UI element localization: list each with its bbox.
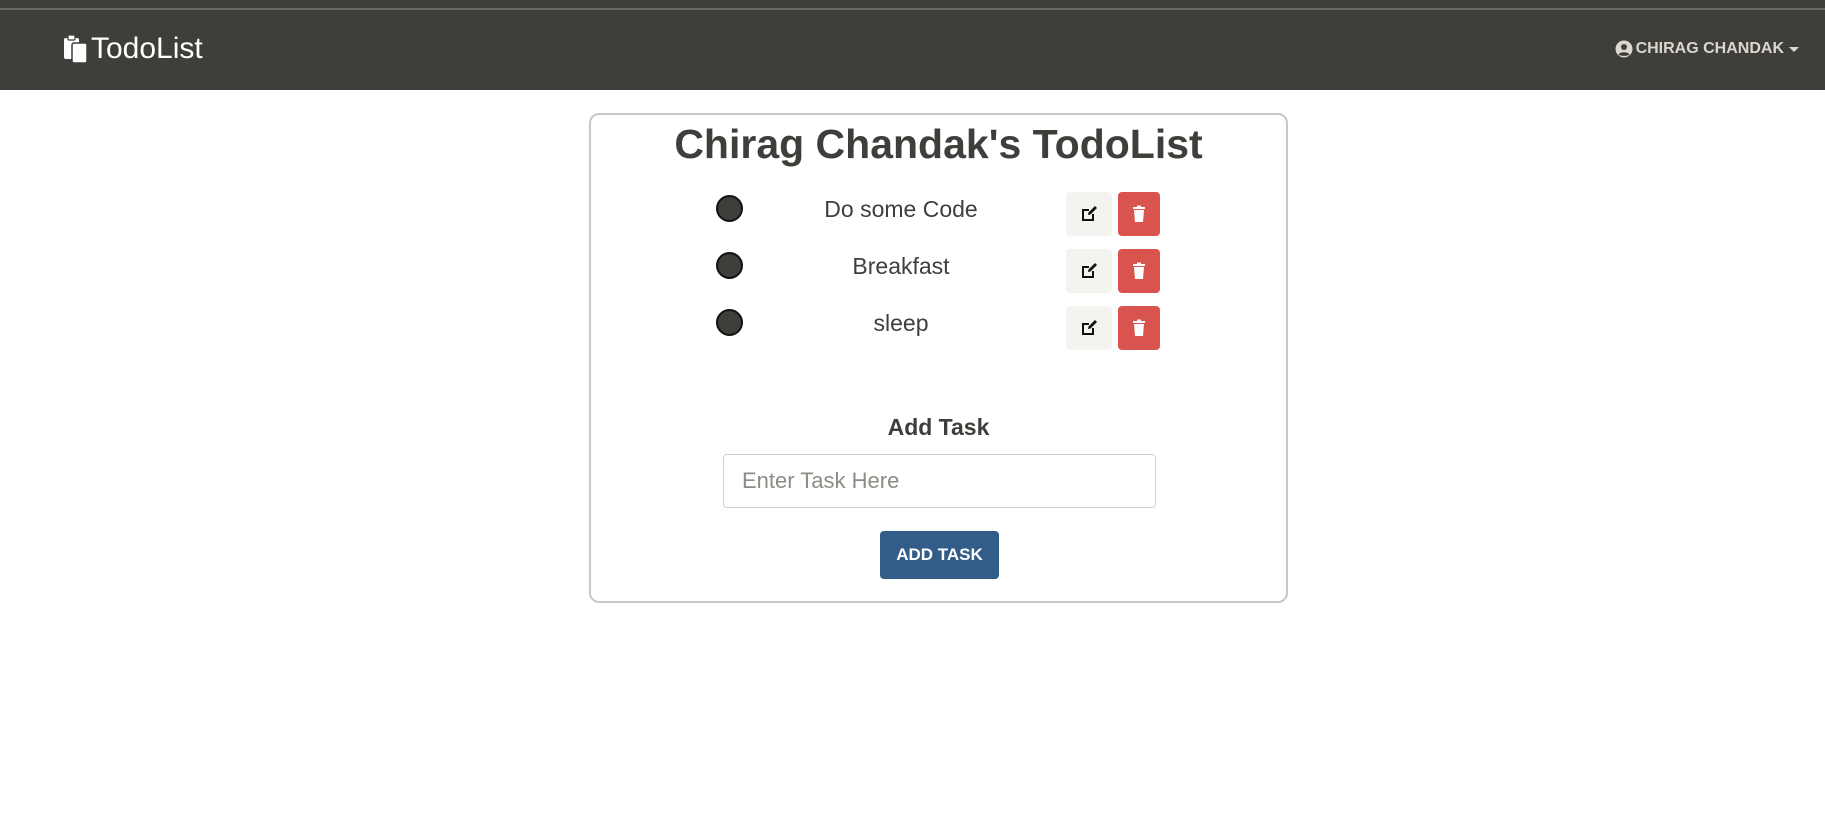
task-text: Breakfast — [852, 253, 950, 279]
task-text: Do some Code — [824, 196, 978, 222]
trash-icon — [1133, 205, 1145, 222]
task-complete-toggle[interactable] — [716, 252, 743, 279]
delete-task-button[interactable] — [1118, 249, 1160, 293]
user-dropdown[interactable]: CHIRAG CHANDAK — [1615, 40, 1799, 58]
add-task-heading: Add Task — [887, 414, 990, 440]
navbar: TodoList CHIRAG CHANDAK — [0, 10, 1825, 90]
page-title: Chirag Chandak's TodoList — [674, 121, 1203, 167]
task-input[interactable] — [723, 454, 1156, 508]
edit-task-button[interactable] — [1066, 192, 1112, 236]
delete-task-button[interactable] — [1118, 306, 1160, 350]
edit-icon — [1082, 206, 1097, 221]
task-text: sleep — [873, 310, 929, 336]
browser-top-strip — [0, 0, 1825, 10]
clipboard-icon — [64, 34, 88, 64]
delete-task-button[interactable] — [1118, 192, 1160, 236]
brand-link[interactable]: TodoList — [63, 32, 203, 66]
user-name: CHIRAG CHANDAK — [1635, 40, 1784, 57]
edit-icon — [1082, 263, 1097, 278]
task-complete-toggle[interactable] — [716, 309, 743, 336]
task-complete-toggle[interactable] — [716, 195, 743, 222]
edit-task-button[interactable] — [1066, 306, 1112, 350]
trash-icon — [1133, 262, 1145, 279]
edit-task-button[interactable] — [1066, 249, 1112, 293]
add-task-button[interactable]: ADD TASK — [880, 531, 999, 579]
todo-card: Chirag Chandak's TodoList Do some Code B… — [589, 113, 1288, 603]
brand-title: TodoList — [91, 32, 203, 65]
user-circle-icon — [1615, 40, 1633, 58]
trash-icon — [1133, 319, 1145, 336]
chevron-down-icon — [1789, 46, 1799, 52]
task-row: sleep — [591, 306, 1286, 350]
task-row: Do some Code — [591, 192, 1286, 236]
task-row: Breakfast — [591, 249, 1286, 293]
edit-icon — [1082, 320, 1097, 335]
